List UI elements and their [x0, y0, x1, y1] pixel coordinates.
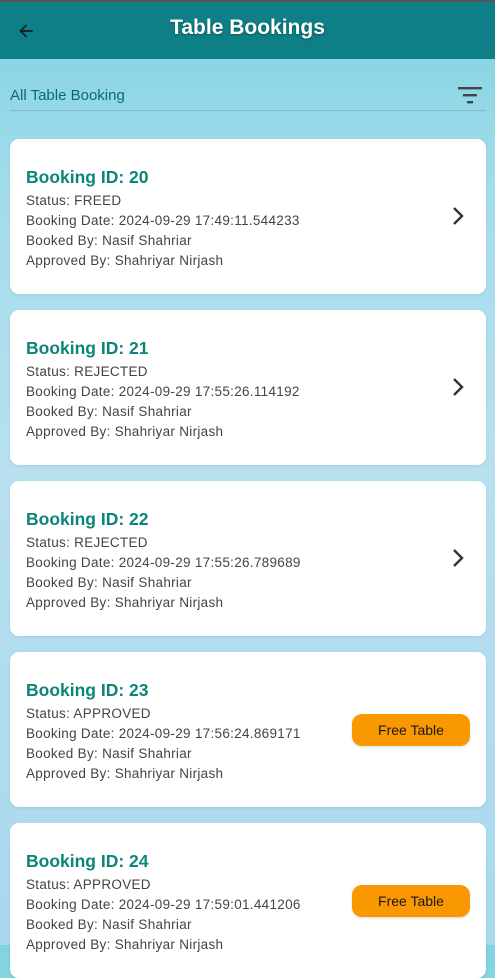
booking-status: Status: REJECTED [26, 364, 148, 379]
booked-by: Booked By: Nasif Shahriar [26, 746, 192, 761]
booking-date: Booking Date: 2024-09-29 17:55:26.789689 [26, 555, 301, 570]
booking-id: Booking ID: 21 [26, 338, 149, 358]
details-button[interactable] [448, 376, 468, 398]
booking-status: Status: REJECTED [26, 535, 148, 550]
chevron-right-icon [453, 378, 464, 396]
booking-card[interactable]: Booking ID: 20 Status: FREED Booking Dat… [10, 139, 486, 294]
booking-card[interactable]: Booking ID: 21 Status: REJECTED Booking … [10, 310, 486, 465]
booking-date: Booking Date: 2024-09-29 17:59:01.441206 [26, 897, 301, 912]
booking-date: Booking Date: 2024-09-29 17:55:26.114192 [26, 384, 300, 399]
free-table-button[interactable]: Free Table [352, 885, 470, 917]
chevron-right-icon [453, 549, 464, 567]
booked-by: Booked By: Nasif Shahriar [26, 404, 192, 419]
page-title: Table Bookings [170, 16, 325, 39]
booked-by: Booked By: Nasif Shahriar [26, 233, 192, 248]
details-button[interactable] [448, 205, 468, 227]
booking-id: Booking ID: 20 [26, 167, 149, 187]
booking-card: Booking ID: 23 Status: APPROVED Booking … [10, 652, 486, 807]
booking-id: Booking ID: 22 [26, 509, 149, 529]
approved-by: Approved By: Shahriyar Nirjash [26, 424, 224, 439]
filter-row: All Table Booking [10, 80, 486, 111]
filter-label: All Table Booking [10, 87, 125, 104]
booking-date: Booking Date: 2024-09-29 17:49:11.544233 [26, 213, 300, 228]
booking-status: Status: FREED [26, 193, 122, 208]
approved-by: Approved By: Shahriyar Nirjash [26, 595, 224, 610]
approved-by: Approved By: Shahriyar Nirjash [26, 766, 224, 781]
booking-status: Status: APPROVED [26, 877, 151, 892]
booking-status: Status: APPROVED [26, 706, 151, 721]
filter-icon [458, 87, 482, 104]
app-bar: Table Bookings [0, 0, 495, 59]
booked-by: Booked By: Nasif Shahriar [26, 575, 192, 590]
free-table-button[interactable]: Free Table [352, 714, 470, 746]
booking-id: Booking ID: 23 [26, 680, 149, 700]
booking-card[interactable]: Booking ID: 22 Status: REJECTED Booking … [10, 481, 486, 636]
details-button[interactable] [448, 547, 468, 569]
booking-id: Booking ID: 24 [26, 851, 149, 871]
chevron-right-icon [453, 207, 464, 225]
booking-card: Booking ID: 24 Status: APPROVED Booking … [10, 823, 486, 978]
booked-by: Booked By: Nasif Shahriar [26, 917, 192, 932]
approved-by: Approved By: Shahriyar Nirjash [26, 253, 224, 268]
booking-date: Booking Date: 2024-09-29 17:56:24.869171 [26, 726, 301, 741]
filter-button[interactable] [456, 84, 484, 106]
